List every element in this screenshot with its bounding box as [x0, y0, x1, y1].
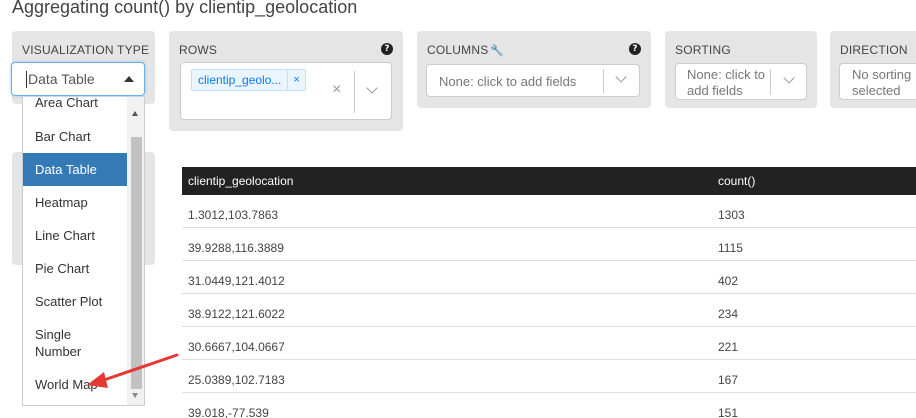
visualization-type-label: VISUALIZATION TYPE [22, 43, 150, 57]
cell-geolocation: 25.0389,102.7183 [188, 373, 285, 387]
cell-count: 151 [718, 406, 739, 418]
rows-label: ROWS [179, 43, 218, 57]
caret-up-icon[interactable] [124, 76, 134, 82]
table-header: clientip_geolocation count() [182, 167, 916, 195]
visualization-type-value: Data Table [28, 71, 95, 87]
cell-count: 1303 [718, 208, 745, 222]
columns-field-select[interactable]: None: click to add fields [426, 64, 640, 97]
cell-geolocation: 1.3012,103.7863 [188, 208, 279, 222]
cell-geolocation: 30.6667,104.0667 [188, 340, 285, 354]
text-cursor [26, 71, 27, 88]
direction-label: DIRECTION [840, 43, 908, 57]
option-pie-chart[interactable]: Pie Chart [23, 260, 128, 277]
wrench-icon[interactable]: 🔧 [490, 44, 504, 57]
option-area-chart[interactable]: Area Chart [23, 97, 128, 111]
cell-count: 221 [718, 340, 739, 354]
rows-field-tag-label: clientip_geolo... [198, 73, 282, 87]
table-row: 1.3012,103.7863 1303 [182, 195, 916, 228]
cell-count: 234 [718, 307, 739, 321]
direction-placeholder-line1: No sorting [852, 67, 912, 82]
direction-panel: DIRECTION No sorting selected [830, 31, 916, 108]
sorting-panel: SORTING None: click to add fields [665, 31, 817, 108]
question-circle-icon[interactable]: ? [629, 43, 641, 55]
option-data-table[interactable]: Data Table [23, 153, 128, 186]
cell-count: 1115 [718, 241, 743, 255]
separator [354, 71, 355, 113]
cell-geolocation: 31.0449,121.4012 [188, 274, 285, 288]
scrollbar-thumb[interactable] [131, 137, 142, 389]
table-row: 39.018,-77.539 151 [182, 393, 916, 418]
sorting-field-select[interactable]: None: click to add fields [675, 63, 807, 100]
option-line-chart[interactable]: Line Chart [23, 227, 128, 244]
tag-remove-icon[interactable]: × [287, 70, 304, 90]
scroll-down-arrow-icon[interactable] [132, 393, 138, 398]
rows-field-select[interactable]: clientip_geolo... × × [180, 62, 392, 120]
scroll-up-arrow-icon[interactable] [132, 111, 138, 116]
cell-geolocation: 39.9288,116.3889 [188, 241, 284, 255]
table-row: 38.9122,121.6022 234 [182, 294, 916, 327]
chevron-down-icon[interactable] [783, 72, 795, 84]
sorting-label: SORTING [675, 43, 731, 57]
page-title: Aggregating count() by clientip_geolocat… [12, 0, 358, 17]
separator [603, 69, 604, 93]
rows-panel: ROWS ? clientip_geolo... × × [169, 31, 403, 131]
columns-label-text: COLUMNS [427, 43, 489, 57]
chevron-down-icon[interactable] [615, 71, 627, 83]
table-row: 30.6667,104.0667 221 [182, 327, 916, 360]
sorting-placeholder-line2: add fields [687, 83, 743, 98]
direction-select[interactable]: No sorting selected [839, 63, 916, 100]
sorting-placeholder-line1: None: click to [687, 67, 766, 82]
chevron-down-icon[interactable] [366, 82, 378, 94]
column-header-count[interactable]: count() [718, 174, 755, 188]
option-single-number[interactable]: Single Number [23, 326, 103, 360]
clear-icon[interactable]: × [332, 81, 341, 99]
question-circle-icon[interactable]: ? [381, 43, 393, 55]
column-header-geolocation[interactable]: clientip_geolocation [188, 174, 293, 188]
cell-geolocation: 39.018,-77.539 [188, 406, 269, 418]
option-world-map[interactable]: World Map [23, 376, 128, 393]
columns-label: COLUMNS 🔧 [427, 43, 504, 57]
table-row: 39.9288,116.3889 1115 [182, 228, 916, 261]
table-row: 31.0449,121.4012 402 [182, 261, 916, 294]
columns-panel: COLUMNS 🔧 ? None: click to add fields [417, 31, 651, 108]
direction-placeholder-line2: selected [852, 83, 901, 98]
separator [770, 69, 771, 95]
cell-count: 402 [718, 274, 739, 288]
table-row: 25.0389,102.7183 167 [182, 360, 916, 393]
cell-count: 167 [718, 373, 739, 387]
option-scatter-plot[interactable]: Scatter Plot [23, 293, 128, 310]
option-heatmap[interactable]: Heatmap [23, 194, 128, 211]
option-bar-chart[interactable]: Bar Chart [23, 128, 128, 145]
visualization-type-select[interactable]: Data Table [11, 62, 145, 96]
columns-placeholder: None: click to add fields [439, 74, 577, 89]
cell-geolocation: 38.9122,121.6022 [188, 307, 285, 321]
dropdown-scrollbar[interactable] [127, 97, 144, 405]
visualization-type-dropdown: Area Chart Bar Chart Data Table Heatmap … [22, 97, 145, 406]
rows-field-tag[interactable]: clientip_geolo... × [191, 69, 306, 91]
